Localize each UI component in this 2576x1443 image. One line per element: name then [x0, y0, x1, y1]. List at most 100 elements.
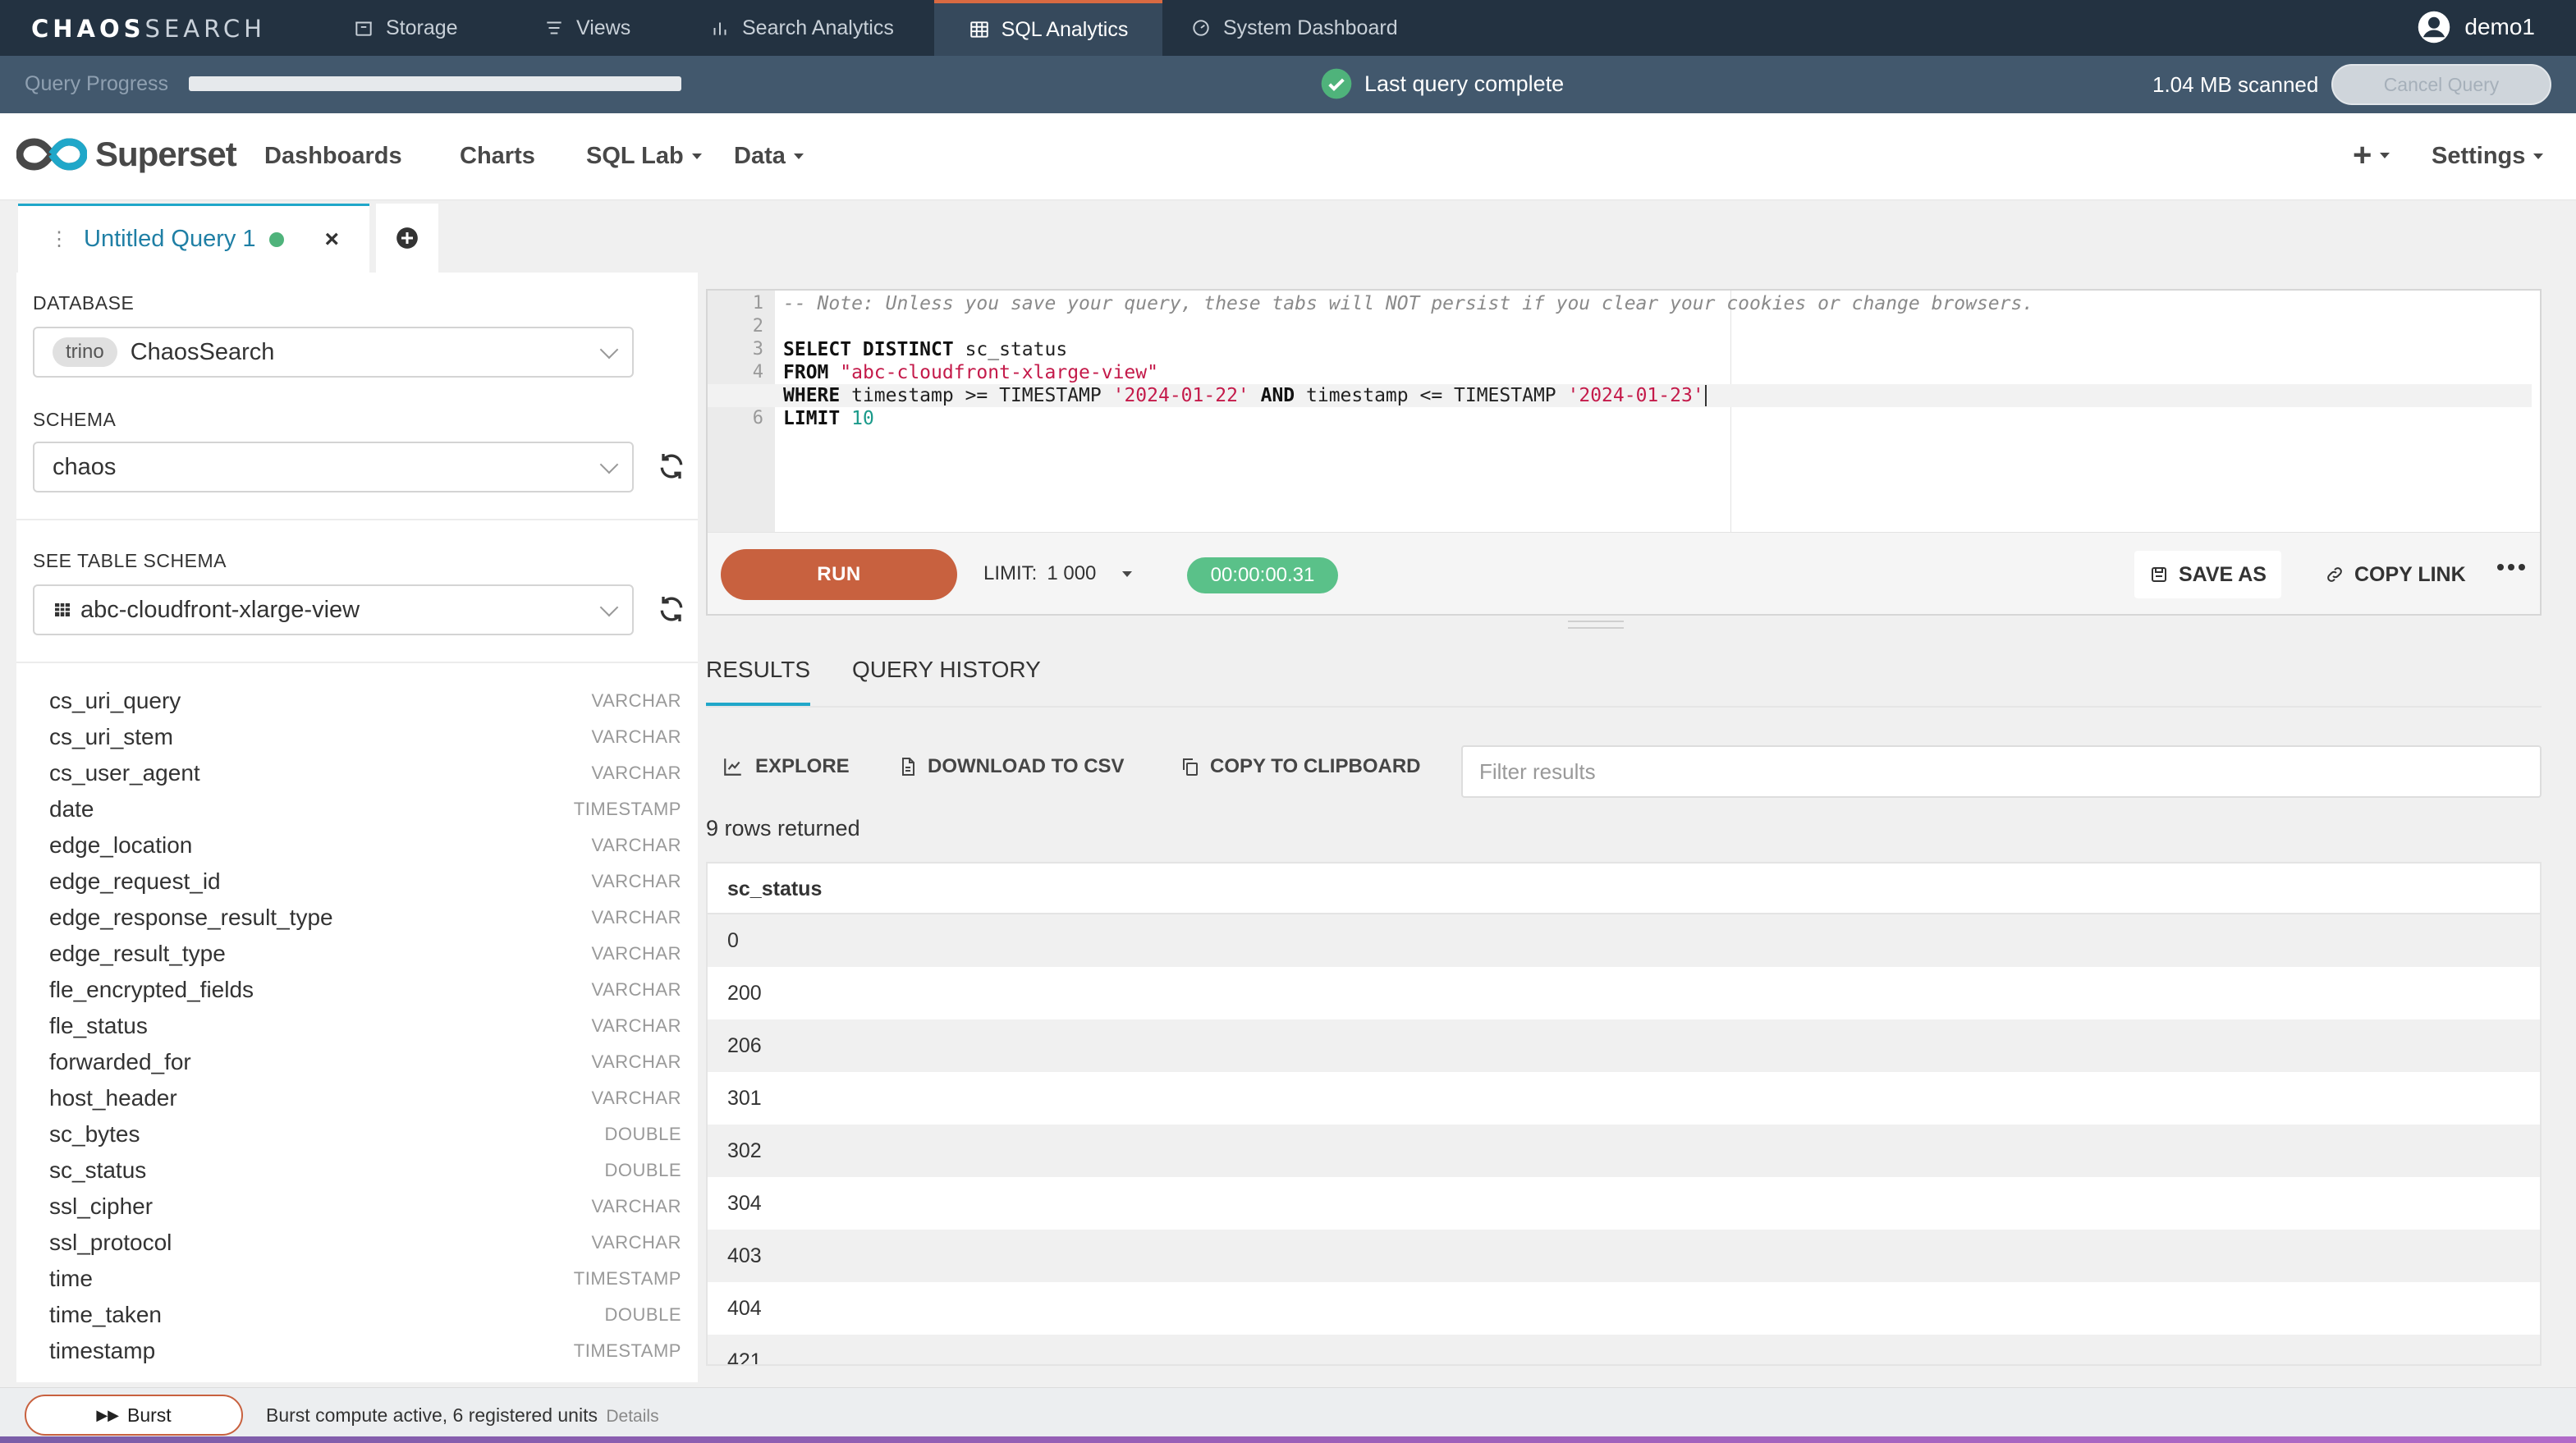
burst-button[interactable]: ▶▶ Burst [25, 1395, 243, 1436]
column-type: VARCHAR [591, 835, 681, 855]
column-list-item[interactable]: edge_request_id VARCHAR [49, 864, 681, 900]
menu-settings[interactable]: Settings [2432, 143, 2544, 170]
column-list-item[interactable]: sc_bytes DOUBLE [49, 1116, 681, 1152]
nav-tab-sql-analytics[interactable]: SQL Analytics [934, 0, 1162, 56]
table-row[interactable]: 403 [708, 1230, 2540, 1282]
table-row[interactable]: 404 [708, 1282, 2540, 1335]
copy-clipboard-button[interactable]: COPY TO CLIPBOARD [1180, 755, 1420, 778]
column-list-item[interactable]: timestamp TIMESTAMP [49, 1333, 681, 1369]
column-list-item[interactable]: fle_status VARCHAR [49, 1008, 681, 1044]
column-name: cs_uri_query [49, 688, 181, 713]
database-select[interactable]: trino ChaosSearch [33, 327, 634, 378]
schema-select[interactable]: chaos [33, 442, 634, 492]
table-row[interactable]: 302 [708, 1125, 2540, 1177]
nav-tab-system-dashboard[interactable]: System Dashboard [1190, 0, 1437, 56]
more-options-icon[interactable] [2497, 564, 2525, 570]
copy-link-button[interactable]: COPY LINK [2310, 551, 2481, 598]
check-circle-icon [1321, 68, 1352, 99]
chevron-down-icon [599, 340, 619, 360]
superset-logo[interactable]: Superset [16, 135, 237, 174]
user-avatar-icon [2418, 11, 2450, 44]
limit-dropdown[interactable]: LIMIT: 1 000 [983, 562, 1133, 585]
menu-dashboards[interactable]: Dashboards [264, 143, 402, 170]
sql-code-editor[interactable]: -- Note: Unless you save your query, the… [708, 292, 2532, 430]
results-actions: EXPLORE DOWNLOAD TO CSV COPY TO CLIPBOAR… [706, 745, 2542, 798]
left-schema-panel: DATABASE trino ChaosSearch SCHEMA chaos … [16, 273, 698, 1382]
caret-down-icon [1122, 570, 1133, 577]
run-button[interactable]: RUN [721, 549, 957, 600]
sql-editor-panel: 1 2 3 4 5 6 -- Note: Unless you save you… [706, 289, 2542, 616]
table-row[interactable]: 421 [708, 1335, 2540, 1364]
close-tab-icon[interactable]: × [325, 226, 340, 254]
cancel-query-button[interactable]: Cancel Query [2331, 64, 2551, 105]
menu-data[interactable]: Data [734, 143, 804, 170]
column-type: VARCHAR [591, 1015, 681, 1036]
rows-returned: 9 rows returned [706, 816, 860, 841]
save-as-button[interactable]: SAVE AS [2134, 551, 2281, 598]
new-menu-button[interactable]: + [2353, 139, 2390, 172]
status-dot [268, 231, 284, 247]
column-list-item[interactable]: time TIMESTAMP [49, 1261, 681, 1297]
column-list-item[interactable]: date TIMESTAMP [49, 791, 681, 827]
table-icon [55, 603, 70, 616]
link-icon [2327, 567, 2342, 582]
file-icon [902, 758, 914, 776]
download-csv-button[interactable]: DOWNLOAD TO CSV [898, 755, 1125, 778]
query-tabs-bar: ⋮ Untitled Query 1 × [0, 200, 2576, 273]
query-progress-label: Query Progress [25, 72, 169, 95]
column-list-item[interactable]: time_taken DOUBLE [49, 1297, 681, 1333]
column-header[interactable]: sc_status [708, 864, 2540, 914]
column-list-item[interactable]: ssl_cipher VARCHAR [49, 1189, 681, 1225]
column-type: VARCHAR [591, 1051, 681, 1072]
column-list-item[interactable]: host_header VARCHAR [49, 1080, 681, 1116]
nav-tab-search-analytics[interactable]: Search Analytics [709, 0, 923, 56]
column-list-item[interactable]: ssl_protocol VARCHAR [49, 1225, 681, 1261]
fast-forward-icon: ▶▶ [96, 1406, 119, 1423]
nav-tab-storage[interactable]: Storage [353, 0, 493, 56]
code-line-current: WHERE timestamp >= TIMESTAMP '2024-01-22… [708, 384, 2532, 407]
menu-charts[interactable]: Charts [460, 143, 535, 170]
refresh-table-icon[interactable] [655, 593, 688, 625]
column-list-item[interactable]: forwarded_for VARCHAR [49, 1044, 681, 1080]
refresh-schema-icon[interactable] [655, 450, 688, 483]
table-row[interactable]: 200 [708, 967, 2540, 1019]
explore-button[interactable]: EXPLORE [721, 755, 850, 778]
column-list-item[interactable]: edge_result_type VARCHAR [49, 936, 681, 972]
column-type: VARCHAR [591, 871, 681, 891]
menu-sql-lab[interactable]: SQL Lab [586, 143, 702, 170]
tab-results[interactable]: RESULTS [706, 657, 811, 706]
column-type: TIMESTAMP [573, 1268, 681, 1289]
column-type: TIMESTAMP [573, 799, 681, 819]
query-progress-fill [189, 76, 681, 91]
user-menu[interactable]: demo1 [2417, 10, 2535, 44]
code-line: LIMIT 10 [783, 408, 874, 429]
column-list-item[interactable]: fle_encrypted_fields VARCHAR [49, 972, 681, 1008]
filter-results-input[interactable]: Filter results [1461, 745, 2542, 798]
tab-query-history[interactable]: QUERY HISTORY [852, 657, 1041, 706]
table-select[interactable]: abc-cloudfront-xlarge-view [33, 584, 634, 635]
resize-handle[interactable] [1568, 621, 1624, 629]
column-name: fle_status [49, 1013, 148, 1038]
column-list-item[interactable]: sc_status DOUBLE [49, 1152, 681, 1189]
table-row[interactable]: 0 [708, 914, 2540, 967]
nav-tab-views[interactable]: Views [543, 0, 667, 56]
results-tabs: RESULTS QUERY HISTORY [706, 648, 2542, 708]
line-number-gutter: 1 2 3 4 5 6 [708, 291, 775, 532]
query-tab[interactable]: ⋮ Untitled Query 1 × [18, 204, 369, 273]
column-list-item[interactable]: cs_uri_query VARCHAR [49, 683, 681, 719]
add-query-tab-button[interactable] [376, 204, 438, 273]
details-link[interactable]: Details [606, 1407, 658, 1426]
column-list-item[interactable]: edge_response_result_type VARCHAR [49, 900, 681, 936]
drag-handle-icon[interactable]: ⋮ [49, 227, 69, 251]
chaossearch-logo[interactable]: CHAOSSEARCH [31, 15, 266, 43]
column-list-item[interactable]: cs_uri_stem VARCHAR [49, 719, 681, 755]
results-table: sc_status 0 200 206 301 302 304 403 404 421 [706, 862, 2542, 1366]
column-list-item[interactable]: cs_user_agent VARCHAR [49, 755, 681, 791]
table-row[interactable]: 206 [708, 1019, 2540, 1072]
table-row[interactable]: 301 [708, 1072, 2540, 1125]
column-name: sc_bytes [49, 1121, 140, 1147]
plus-circle-icon [396, 227, 418, 249]
column-type: VARCHAR [591, 943, 681, 964]
column-list-item[interactable]: edge_location VARCHAR [49, 827, 681, 864]
table-row[interactable]: 304 [708, 1177, 2540, 1230]
